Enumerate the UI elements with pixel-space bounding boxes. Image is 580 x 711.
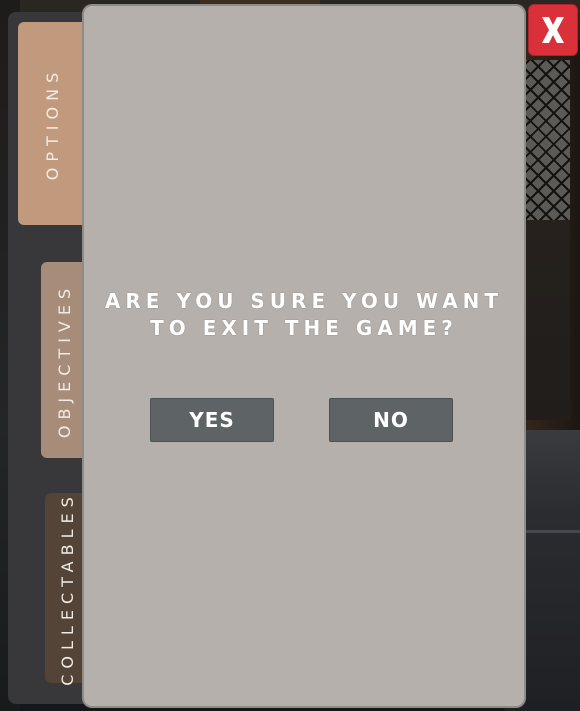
close-x-icon <box>542 17 564 43</box>
tab-collectables-label: COLLECTABLES <box>57 490 77 686</box>
exit-question: ARE YOU SURE YOU WANT TO EXIT THE GAME? <box>84 288 524 342</box>
tab-objectives[interactable]: OBJECTIVES <box>41 262 89 458</box>
no-button[interactable]: NO <box>329 398 453 442</box>
tab-objectives-label: OBJECTIVES <box>55 282 75 438</box>
tab-options-label: OPTIONS <box>43 66 63 181</box>
background-lattice-window <box>522 60 570 220</box>
exit-confirm-dialog: ARE YOU SURE YOU WANT TO EXIT THE GAME? … <box>84 6 524 706</box>
tab-collectables[interactable]: COLLECTABLES <box>45 490 89 686</box>
tab-options[interactable]: OPTIONS <box>18 22 88 225</box>
exit-question-line-1: ARE YOU SURE YOU WANT <box>104 289 504 313</box>
background-wall-right <box>522 220 570 420</box>
background-ceiling-beam <box>200 0 320 4</box>
exit-question-line-2: TO EXIT THE GAME? <box>150 316 458 340</box>
close-button[interactable] <box>529 5 577 55</box>
yes-button[interactable]: YES <box>150 398 274 442</box>
